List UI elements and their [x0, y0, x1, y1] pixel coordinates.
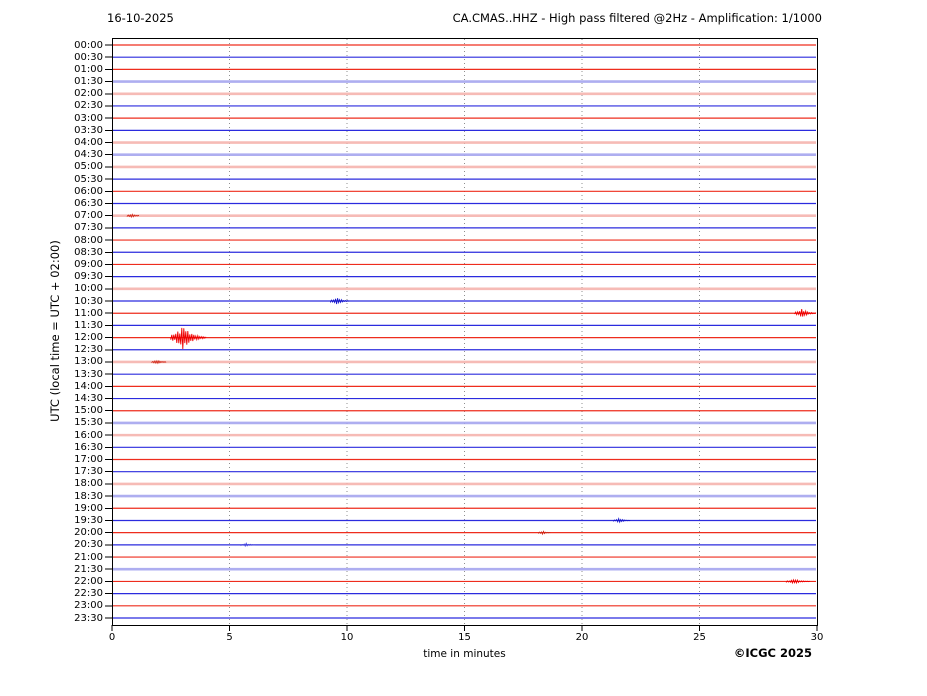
y-tick-label: 08:30 [0, 246, 103, 259]
y-tick-label: 01:00 [0, 63, 103, 76]
x-tick-label: 20 [567, 632, 597, 643]
y-tick-label: 02:30 [0, 99, 103, 112]
helicorder-plot [0, 0, 927, 696]
x-axis-title: time in minutes [112, 648, 817, 660]
y-tick-label: 06:30 [0, 197, 103, 210]
y-tick-label: 22:30 [0, 587, 103, 600]
y-tick-label: 12:30 [0, 343, 103, 356]
y-tick-label: 15:30 [0, 416, 103, 429]
y-tick-label: 20:30 [0, 538, 103, 551]
y-tick-label: 18:00 [0, 477, 103, 490]
seismic-event-20:30 [241, 543, 255, 546]
y-tick-label: 00:30 [0, 51, 103, 64]
y-tick-label: 09:00 [0, 258, 103, 271]
x-tick-label: 5 [215, 632, 245, 643]
y-tick-label: 01:30 [0, 75, 103, 88]
y-tick-label: 03:00 [0, 112, 103, 125]
seismic-event-19:30 [614, 519, 631, 522]
y-tick-label: 21:00 [0, 551, 103, 564]
seismic-event-20:00 [539, 531, 551, 534]
helicorder-page: 16-10-2025 CA.CMAS..HHZ - High pass filt… [0, 0, 927, 696]
y-tick-label: 02:00 [0, 87, 103, 100]
y-tick-label: 19:00 [0, 502, 103, 515]
seismic-event-10:30 [331, 298, 350, 304]
y-tick-label: 18:30 [0, 490, 103, 503]
y-tick-label: 08:00 [0, 234, 103, 247]
y-tick-label: 13:00 [0, 355, 103, 368]
x-tick-label: 15 [450, 632, 480, 643]
x-tick-label: 25 [685, 632, 715, 643]
y-tick-label: 17:00 [0, 453, 103, 466]
y-tick-label: 07:00 [0, 209, 103, 222]
y-tick-label: 20:00 [0, 526, 103, 539]
y-tick-label: 10:00 [0, 282, 103, 295]
y-tick-labels: 00:0000:3001:0001:3002:0002:3003:0003:30… [0, 0, 103, 696]
x-tick-label: 10 [332, 632, 362, 643]
seismic-event-12:00 [171, 328, 206, 349]
y-tick-label: 05:00 [0, 160, 103, 173]
y-tick-label: 13:30 [0, 368, 103, 381]
y-tick-label: 19:30 [0, 514, 103, 527]
y-tick-label: 23:00 [0, 599, 103, 612]
y-tick-label: 05:30 [0, 173, 103, 186]
y-tick-label: 22:00 [0, 575, 103, 588]
y-tick-label: 23:30 [0, 612, 103, 625]
y-tick-label: 10:30 [0, 295, 103, 308]
y-tick-label: 17:30 [0, 465, 103, 478]
y-tick-label: 11:30 [0, 319, 103, 332]
y-tick-label: 16:00 [0, 429, 103, 442]
x-tick-label: 30 [802, 632, 832, 643]
y-tick-label: 11:00 [0, 307, 103, 320]
y-tick-label: 09:30 [0, 270, 103, 283]
y-tick-label: 15:00 [0, 404, 103, 417]
seismic-event-22:00 [786, 580, 810, 583]
y-tick-label: 16:30 [0, 441, 103, 454]
y-tick-label: 03:30 [0, 124, 103, 137]
y-tick-label: 00:00 [0, 39, 103, 52]
copyright-text: ©ICGC 2025 [734, 646, 812, 660]
y-tick-label: 14:30 [0, 392, 103, 405]
y-tick-label: 14:00 [0, 380, 103, 393]
y-tick-label: 04:30 [0, 148, 103, 161]
y-tick-label: 06:00 [0, 185, 103, 198]
y-tick-label: 21:30 [0, 563, 103, 576]
x-tick-label: 0 [97, 632, 127, 643]
y-tick-label: 07:30 [0, 221, 103, 234]
y-tick-label: 04:00 [0, 136, 103, 149]
y-tick-label: 12:00 [0, 331, 103, 344]
